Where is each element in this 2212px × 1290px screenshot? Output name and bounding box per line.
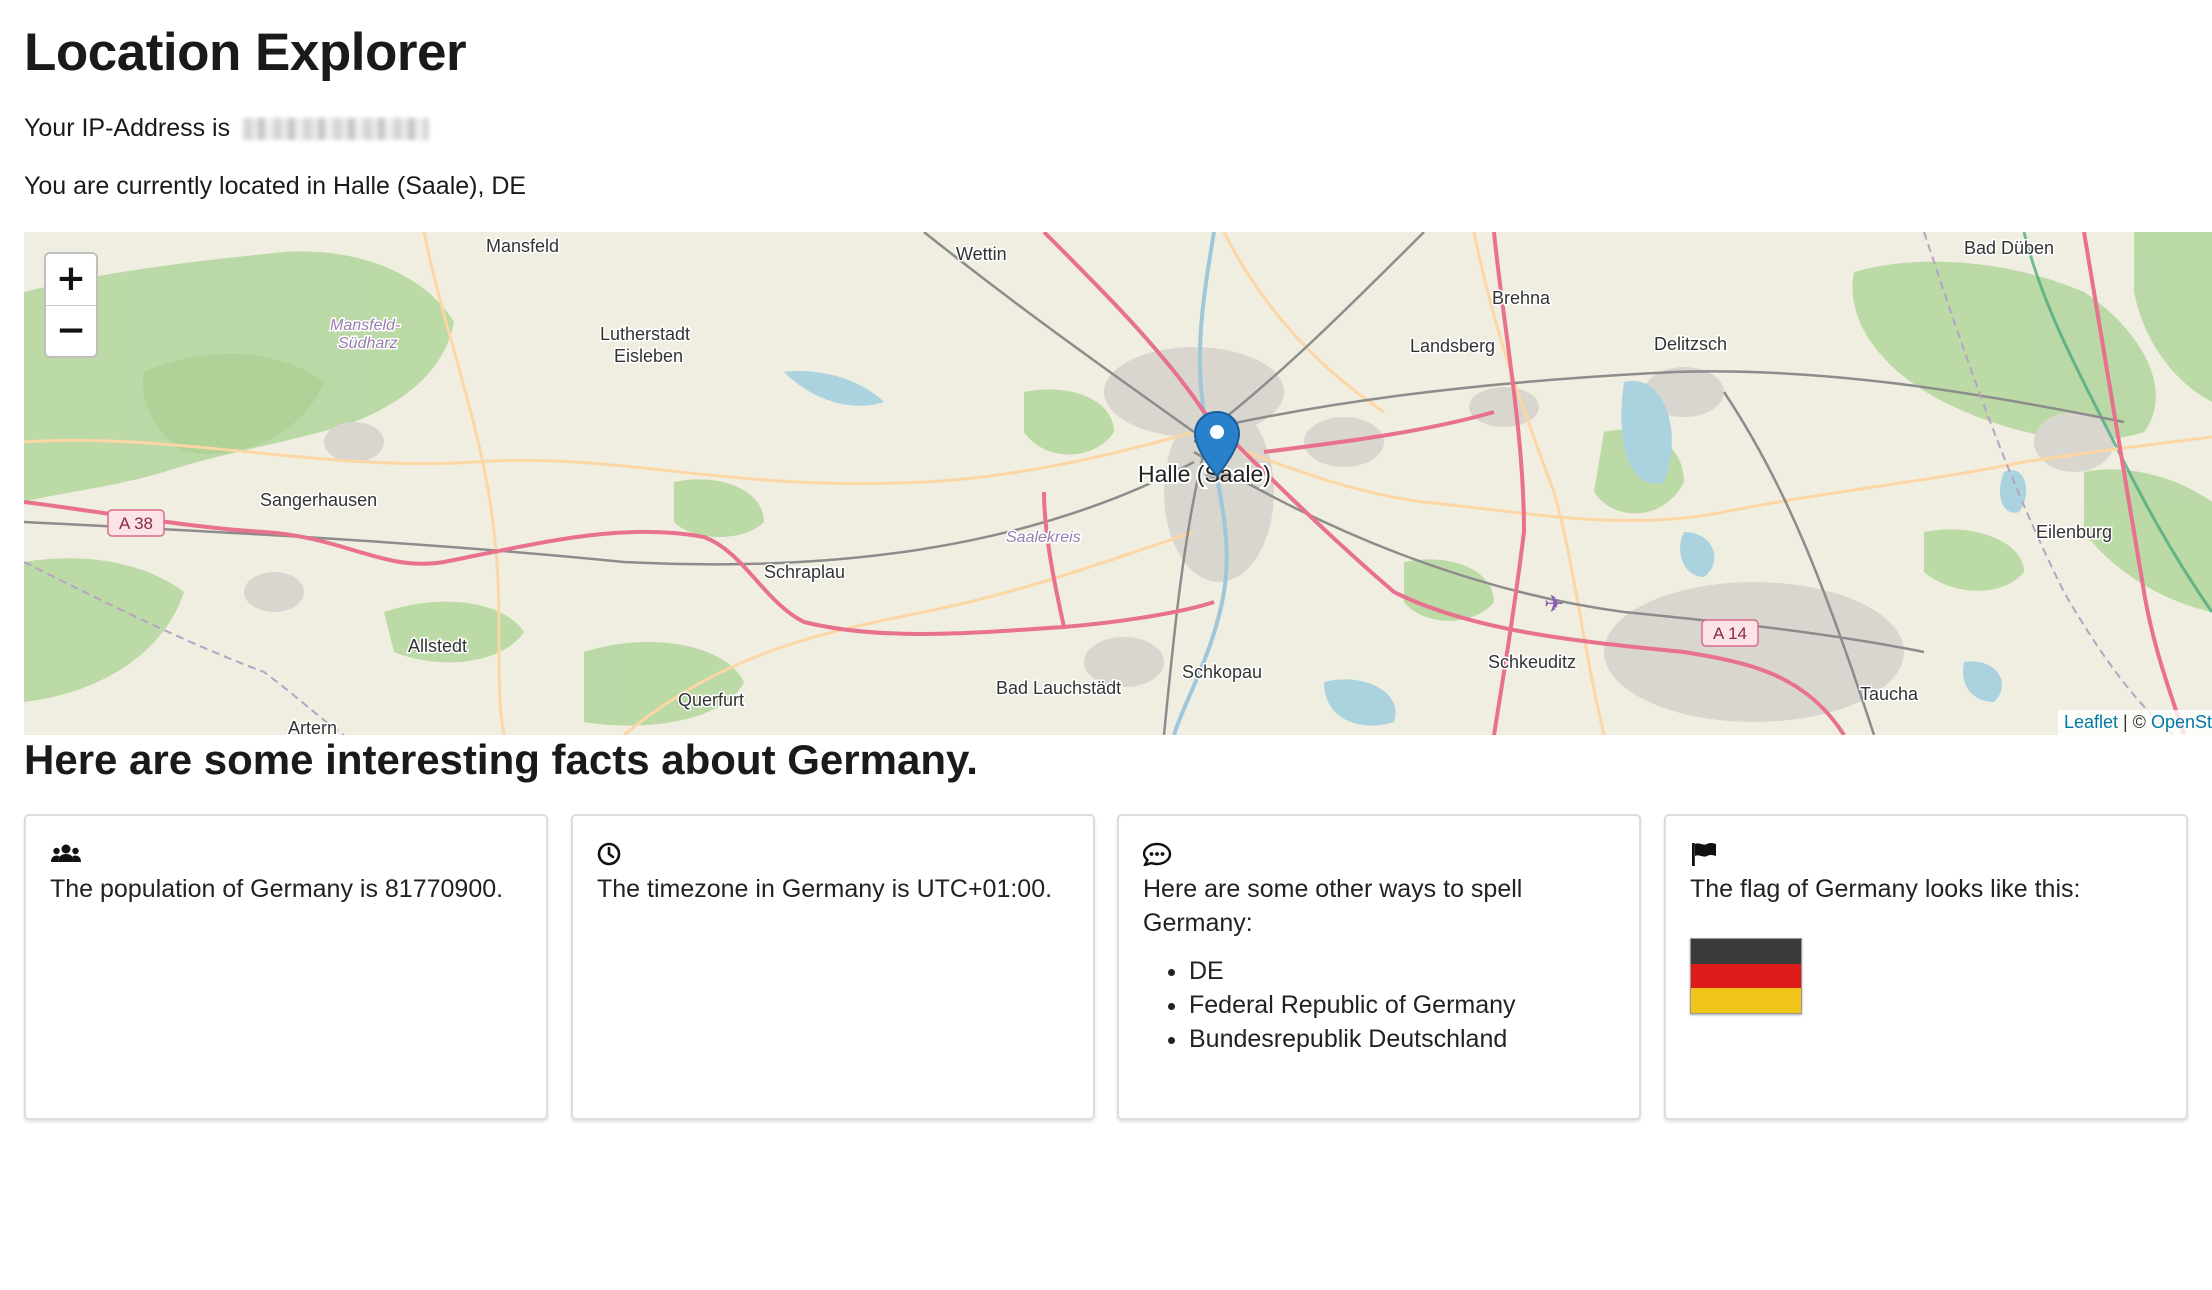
map-label-wettin: Wettin	[956, 244, 1007, 264]
map-label-schkopau: Schkopau	[1182, 662, 1262, 682]
timezone-card: The timezone in Germany is UTC+01:00.	[571, 814, 1095, 1120]
flag-stripe-red	[1691, 963, 1801, 989]
spelling-item: Federal Republic of Germany	[1189, 988, 1615, 1022]
map-label-mansfeld-suedharz-2: Südharz	[338, 335, 398, 352]
leaflet-link[interactable]: Leaflet	[2064, 712, 2118, 732]
population-text: The population of Germany is 81770900.	[50, 875, 504, 903]
map-label-eilenburg: Eilenburg	[2036, 522, 2112, 542]
spellings-list: DE Federal Republic of Germany Bundesrep…	[1143, 954, 1615, 1056]
ip-address-line: Your IP-Address is	[24, 114, 430, 143]
users-icon	[51, 844, 81, 862]
map-label-a14: A 14	[1713, 624, 1747, 643]
map-label-querfurt: Querfurt	[678, 690, 744, 710]
openstreetmap-link[interactable]: OpenSt	[2151, 712, 2212, 732]
map-label-schkeuditz: Schkeuditz	[1488, 652, 1576, 672]
page-title: Location Explorer	[24, 23, 467, 82]
map-label-schraplau: Schraplau	[764, 562, 845, 582]
flag-intro: The flag of Germany looks like this:	[1690, 875, 2081, 903]
road-shield-a14: A 14	[1701, 619, 1759, 647]
map-label-allstedt: Allstedt	[408, 636, 467, 656]
map-label-bad-lauchstaedt: Bad Lauchstädt	[996, 678, 1121, 698]
map-label-artern: Artern	[288, 718, 337, 735]
clock-icon	[597, 842, 621, 866]
facts-heading: Here are some interesting facts about Ge…	[24, 736, 978, 783]
road-shield-a38: A 38	[107, 509, 165, 537]
location-marker-icon[interactable]	[1192, 410, 1242, 480]
spelling-item: Bundesrepublik Deutschland	[1189, 1022, 1615, 1056]
map-label-bad-dueben: Bad Düben	[1964, 238, 2054, 258]
map-zoom-control: + −	[44, 252, 98, 358]
map-label-landsberg: Landsberg	[1410, 336, 1495, 356]
germany-flag-image	[1690, 938, 1802, 1014]
ip-address-label: Your IP-Address is	[24, 114, 231, 142]
map-label-delitzsch: Delitzsch	[1654, 334, 1727, 354]
page: Location Explorer Your IP-Address is You…	[0, 0, 2212, 1290]
ip-address-redacted	[243, 118, 430, 141]
map-tiles: A 38 A 14 ✈ Mansfeld Wettin Bad Düben Br…	[24, 232, 2212, 735]
map-label-eisleben: Eisleben	[614, 346, 683, 366]
population-card: The population of Germany is 81770900.	[24, 814, 548, 1120]
map-label-a38: A 38	[119, 514, 153, 533]
flag-stripe-black	[1691, 939, 1801, 964]
map-label-taucha: Taucha	[1860, 684, 1919, 704]
timezone-text: The timezone in Germany is UTC+01:00.	[597, 875, 1053, 903]
map-label-mansfeld: Mansfeld	[486, 236, 559, 256]
spelling-item: DE	[1189, 954, 1615, 988]
airport-icon: ✈	[1544, 591, 1564, 618]
location-map[interactable]: A 38 A 14 ✈ Mansfeld Wettin Bad Düben Br…	[24, 232, 2212, 735]
flag-icon	[1692, 843, 1716, 866]
map-label-brehna: Brehna	[1492, 288, 1551, 308]
map-label-saalekreis: Saalekreis	[1006, 529, 1081, 546]
comment-dots-icon	[1143, 842, 1172, 866]
map-label-lutherstadt: Lutherstadt	[600, 324, 690, 344]
map-attribution: Leaflet | © OpenSt	[2057, 710, 2212, 735]
map-label-sangerhausen: Sangerhausen	[260, 490, 377, 510]
attribution-separator: | ©	[2118, 712, 2151, 732]
zoom-out-button[interactable]: −	[46, 306, 96, 356]
spellings-card: Here are some other ways to spell German…	[1117, 814, 1641, 1120]
map-label-mansfeld-suedharz: Mansfeld-	[330, 317, 400, 334]
spellings-intro: Here are some other ways to spell German…	[1143, 875, 1523, 937]
current-location-text: You are currently located in Halle (Saal…	[24, 172, 527, 200]
zoom-in-button[interactable]: +	[46, 254, 96, 306]
flag-stripe-gold	[1691, 988, 1801, 1013]
flag-card: The flag of Germany looks like this:	[1664, 814, 2188, 1120]
